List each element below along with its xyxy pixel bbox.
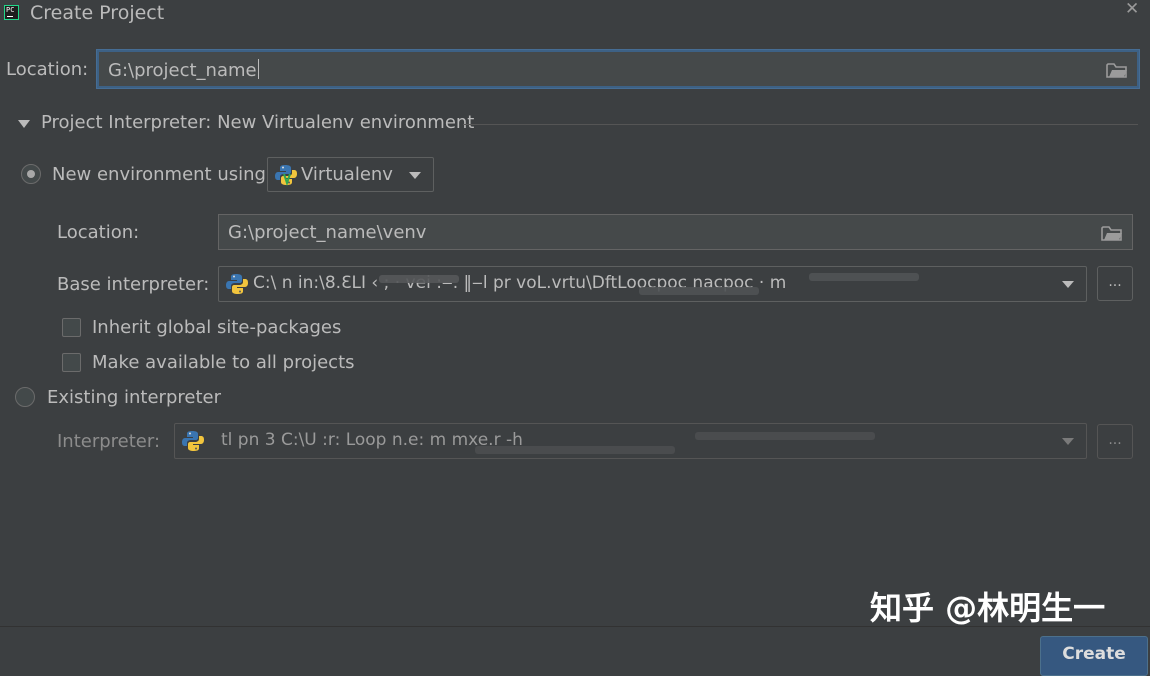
- pycharm-icon: PC: [4, 5, 19, 20]
- base-interpreter-browse-button[interactable]: ...: [1097, 266, 1133, 301]
- environment-tool-select[interactable]: Virtualenv: [267, 157, 434, 192]
- section-collapse-icon[interactable]: [18, 120, 30, 128]
- interpreter-section-header[interactable]: Project Interpreter: New Virtualenv envi…: [41, 112, 474, 133]
- inherit-site-packages-checkbox[interactable]: [62, 318, 81, 337]
- existing-interpreter-label[interactable]: Existing interpreter: [47, 387, 221, 408]
- new-environment-label[interactable]: New environment using: [52, 164, 266, 185]
- close-icon[interactable]: ✕: [1125, 0, 1139, 19]
- environment-tool-value: Virtualenv: [301, 164, 393, 185]
- interpreter-select[interactable]: tl pn 3 C:\U :r: Loop n.e: m mxe.r -h: [174, 423, 1087, 459]
- venv-location-label: Location:: [57, 222, 140, 243]
- venv-location-value: G:\project_name\venv: [228, 222, 427, 243]
- new-environment-radio[interactable]: [21, 164, 41, 184]
- venv-location-input[interactable]: G:\project_name\venv: [218, 214, 1133, 250]
- python-icon: [275, 165, 297, 186]
- base-interpreter-label: Base interpreter:: [57, 274, 210, 295]
- existing-interpreter-radio[interactable]: [15, 387, 35, 407]
- chevron-down-icon: [409, 172, 421, 179]
- window-title: Create Project: [30, 2, 165, 24]
- title-bar: PC Create Project ✕: [0, 0, 1150, 30]
- make-available-label[interactable]: Make available to all projects: [92, 352, 355, 373]
- python-icon: [226, 274, 248, 294]
- create-button[interactable]: Create: [1040, 636, 1148, 676]
- section-divider: [463, 124, 1138, 125]
- python-icon: [182, 431, 204, 451]
- location-value: G:\project_name: [108, 60, 257, 81]
- base-interpreter-select[interactable]: C:\ n in:\8.ƐLI ‹ ; · vei :‒. ‖‒l pr voL…: [218, 266, 1087, 302]
- interpreter-label: Interpreter:: [57, 431, 161, 452]
- watermark: 知乎 @林明生一: [870, 589, 1106, 627]
- location-label: Location:: [6, 59, 89, 80]
- folder-icon[interactable]: [1101, 225, 1123, 241]
- chevron-down-icon: [1062, 438, 1074, 445]
- location-input[interactable]: G:\project_name: [97, 50, 1139, 88]
- inherit-site-packages-label[interactable]: Inherit global site-packages: [92, 317, 341, 338]
- make-available-checkbox[interactable]: [62, 353, 81, 372]
- interpreter-browse-button[interactable]: ...: [1097, 424, 1133, 459]
- chevron-down-icon: [1062, 281, 1074, 288]
- folder-icon[interactable]: [1106, 62, 1128, 78]
